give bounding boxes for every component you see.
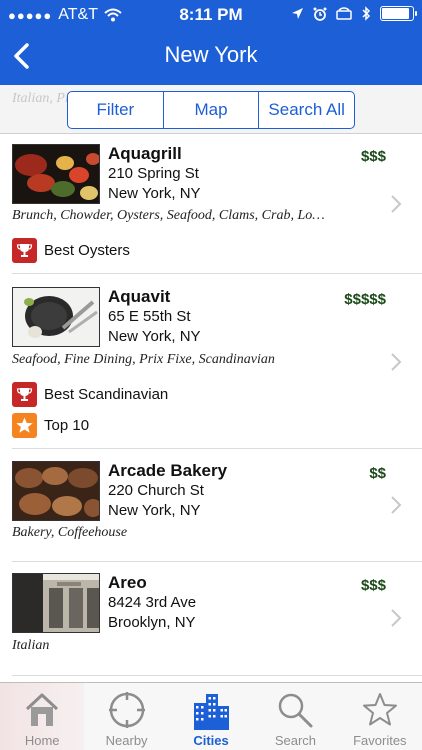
award-badge: Top 10 [12, 413, 89, 438]
restaurant-street: 65 E 55th St [108, 308, 191, 325]
price-level: $$$$$ [344, 291, 386, 308]
home-icon [26, 693, 59, 726]
restaurant-city: New York, NY [108, 502, 201, 519]
cuisine-tags: Bakery, Coffeehouse [12, 525, 128, 540]
chevron-right-icon [391, 195, 402, 213]
chevron-right-icon [391, 609, 402, 627]
restaurant-photo [12, 287, 100, 347]
tab-home[interactable]: Home [0, 683, 85, 750]
restaurant-name: Aquagrill [108, 144, 182, 163]
star-icon [12, 413, 37, 438]
award-badge: Best Oysters [12, 238, 130, 263]
tab-label: Home [24, 733, 60, 748]
cuisine-tags: Seafood, Fine Dining, Prix Fixe, Scandin… [12, 352, 275, 367]
map-button[interactable]: Map [164, 92, 260, 128]
tty-icon [336, 7, 352, 20]
restaurant-row-aquagrill[interactable]: Aquagrill 210 Spring St New York, NY $$$… [0, 134, 422, 274]
price-level: $$$ [360, 148, 386, 165]
restaurant-photo [12, 461, 100, 521]
filter-bar: Italian, Pizza Filter Map Search All [0, 85, 422, 134]
restaurant-city: New York, NY [108, 185, 201, 202]
location-arrow-icon [292, 8, 303, 19]
segmented-control: Filter Map Search All [67, 91, 355, 129]
tab-label: Search [274, 733, 317, 748]
trophy-icon [12, 238, 37, 263]
tab-search[interactable]: Search [253, 683, 337, 750]
restaurant-list[interactable]: Aquagrill 210 Spring St New York, NY $$$… [0, 134, 422, 682]
award-label: Top 10 [44, 417, 90, 434]
tab-nearby[interactable]: Nearby [84, 683, 168, 750]
award-badge: Best Scandinavian [12, 382, 168, 407]
bluetooth-icon [362, 6, 371, 21]
restaurant-city: New York, NY [108, 328, 201, 345]
buildings-icon [194, 694, 230, 730]
tab-label: Nearby [105, 733, 148, 748]
restaurant-photo [12, 573, 100, 633]
page-title: New York [164, 42, 258, 67]
restaurant-street: 220 Church St [108, 482, 204, 499]
search-icon [279, 693, 313, 728]
tab-label: Cities [193, 733, 229, 748]
trophy-icon [12, 382, 37, 407]
restaurant-name: Arcade Bakery [108, 461, 228, 480]
tab-bar: Home Nearby Cities Search Favorites [0, 682, 422, 750]
restaurant-street: 210 Spring St [108, 165, 199, 182]
restaurant-row-aquavit[interactable]: Aquavit 65 E 55th St New York, NY $$$$$ … [0, 274, 422, 449]
award-label: Best Oysters [44, 242, 130, 259]
star-outline-icon [362, 693, 397, 726]
chevron-right-icon [391, 353, 402, 371]
restaurant-city: Brooklyn, NY [108, 614, 196, 631]
status-bar: ●●●●● AT&T 8:11 PM [0, 0, 422, 30]
restaurant-name: Aquavit [108, 287, 171, 306]
restaurant-street: 8424 3rd Ave [108, 594, 197, 611]
cuisine-tags: Brunch, Chowder, Oysters, Seafood, Clams… [12, 208, 325, 223]
alarm-clock-icon [313, 7, 327, 21]
price-level: $$$ [360, 577, 386, 594]
crosshair-icon [108, 692, 145, 728]
price-level: $$ [369, 465, 386, 482]
restaurant-row-areo[interactable]: Areo 8424 3rd Ave Brooklyn, NY $$$ Itali… [0, 562, 422, 676]
restaurant-name: Areo [108, 573, 147, 592]
tab-label: Favorites [353, 733, 407, 748]
chevron-right-icon [391, 496, 402, 514]
battery-icon [380, 6, 417, 21]
cuisine-tags: Italian [12, 638, 50, 653]
filter-button[interactable]: Filter [68, 92, 164, 128]
tab-cities[interactable]: Cities [169, 683, 253, 750]
restaurant-row-arcade-bakery[interactable]: Arcade Bakery 220 Church St New York, NY… [0, 449, 422, 562]
row-divider [12, 675, 422, 676]
award-label: Best Scandinavian [44, 386, 169, 403]
navigation-bar: ●●●●● AT&T 8:11 PM New York [0, 0, 422, 85]
tab-favorites[interactable]: Favorites [338, 683, 422, 750]
search-all-button[interactable]: Search All [259, 92, 354, 128]
restaurant-photo [12, 144, 100, 204]
